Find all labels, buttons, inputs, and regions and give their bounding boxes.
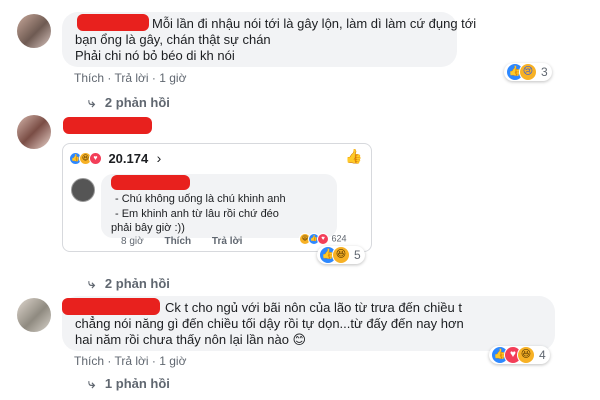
redacted-username [111, 175, 190, 190]
inner-comment-line: - Em khinh anh từ lâu rồi chứ đéo [115, 208, 279, 220]
thumbs-up-icon[interactable]: 👍 [345, 148, 362, 165]
comment-actions: Thích · Trả lời · 1 giờ [74, 354, 187, 368]
haha-icon: 😆 [332, 246, 350, 264]
comment-actions: Thích · Trả lời · 1 giờ [74, 71, 187, 85]
reaction-summary[interactable]: 👍 😆 5 [317, 246, 365, 264]
reply-arrow-icon: ⤷ [88, 276, 96, 291]
commenter-avatar[interactable] [17, 14, 51, 48]
reply-link[interactable]: Trả lời [114, 71, 148, 85]
commenter-avatar[interactable] [17, 298, 51, 332]
chevron-right-icon: › [156, 150, 162, 166]
inner-comment-line: phải bây giờ :)) [111, 222, 185, 234]
love-icon: ♥ [317, 233, 329, 245]
timestamp: 8 giờ [121, 236, 144, 247]
shared-comment-card[interactable]: 👍 😆 ♥ 20.174 › 👍 - Chú không uống là chú k… [62, 143, 372, 252]
reaction-count: 4 [539, 348, 546, 362]
comment-text-line: hai năm rồi chưa thấy nôn lại lần nào 😊 [75, 332, 307, 347]
view-replies-link[interactable]: ⤷ 2 phản hồi [88, 276, 170, 292]
redacted-username [63, 117, 152, 134]
inner-reaction-summary: 😆 👍 ♥ 624 [299, 233, 347, 245]
view-replies-link[interactable]: ⤷ 2 phản hồi [88, 95, 170, 111]
inner-comment-line: - Chú không uống là chú khinh anh [115, 193, 286, 205]
like-link[interactable]: Thích [74, 354, 104, 368]
reaction-count: 3 [541, 65, 548, 79]
reaction-summary[interactable]: 👍 ♥ 😆 4 [489, 346, 550, 364]
inner-commenter-avatar [71, 178, 95, 202]
reaction-summary[interactable]: 👍 😢 3 [504, 63, 552, 81]
like-link[interactable]: Thích [74, 71, 104, 85]
reply-arrow-icon: ⤷ [88, 95, 96, 110]
love-icon: ♥ [89, 152, 102, 166]
comment-text-line: chẳng nói năng gì đến chiều tối dậy rồi … [75, 316, 464, 331]
shared-reactions: 👍 😆 ♥ 20.174 › [69, 150, 161, 168]
haha-icon: 😆 [517, 346, 535, 364]
shared-reaction-total: 20.174 [108, 151, 149, 166]
timestamp[interactable]: 1 giờ [159, 354, 186, 368]
replies-count-label: 2 phản hồi [104, 95, 170, 110]
comment-text-line: Mỗi lần đi nhậu nói tới là gây lộn, làm … [152, 16, 477, 31]
timestamp[interactable]: 1 giờ [159, 71, 186, 85]
cry-icon: 😢 [519, 63, 537, 81]
comment-text-line: Ck t cho ngủ với bãi nôn của lão từ trưa… [165, 300, 462, 315]
reply-link: Trả lời [211, 236, 243, 247]
like-link: Thích [164, 236, 192, 247]
redacted-username [77, 14, 149, 31]
comment-text-line: bạn ổng là gây, chán thật sự chán [75, 32, 271, 47]
reply-link[interactable]: Trả lời [114, 354, 148, 368]
reply-arrow-icon: ⤷ [88, 376, 96, 391]
inner-comment-actions: 8 giờ Thích Trả lời [121, 236, 242, 247]
view-replies-link[interactable]: ⤷ 1 phản hồi [88, 376, 170, 392]
reaction-count: 5 [354, 248, 361, 262]
comment-text-line: Phải chi nó bỏ béo di kh nói [75, 48, 235, 63]
redacted-username [62, 298, 160, 315]
commenter-avatar[interactable] [17, 115, 51, 149]
replies-count-label: 1 phản hồi [104, 376, 170, 391]
replies-count-label: 2 phản hồi [104, 276, 170, 291]
reaction-count: 624 [331, 233, 347, 244]
